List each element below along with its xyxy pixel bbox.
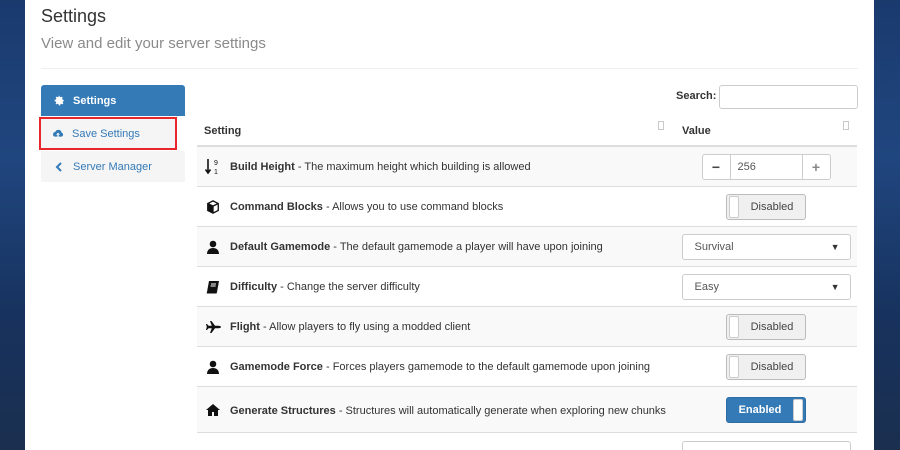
select-value: Easy [694, 280, 719, 293]
setting-cell: 91 Build Height - The maximum height whi… [197, 158, 675, 176]
sidebar-item-server-manager[interactable]: Server Manager [41, 151, 185, 182]
sort-numeric-icon: 91 [204, 158, 222, 176]
toggle-label: Disabled [750, 320, 794, 333]
sidebar-item-label: Server Manager [73, 160, 152, 173]
build-height-stepper: − 256 + [701, 153, 831, 180]
chevron-left-icon [53, 161, 65, 172]
table-row: Difficulty - Change the server difficult… [197, 267, 857, 307]
sidebar-item-label: Save Settings [72, 127, 140, 140]
setting-cell: Command Blocks - Allows you to use comma… [197, 199, 675, 214]
build-height-input[interactable]: 256 [730, 153, 802, 180]
sidebar-item-save-settings[interactable]: Save Settings [39, 117, 177, 150]
setting-description: - Structures will automatically generate… [335, 404, 666, 417]
setting-cell: Generate Structures - Structures will au… [197, 402, 675, 418]
table-row: Command Blocks - Allows you to use comma… [197, 187, 857, 227]
value-cell: Disabled [675, 313, 857, 340]
setting-name: Generate Structures [230, 404, 336, 417]
gamemode-force-toggle[interactable]: Disabled [726, 353, 806, 380]
cloud-upload-icon [52, 129, 64, 139]
setting-name: Gamemode Force [230, 360, 323, 373]
table-row: Gamemode Force - Forces players gamemode… [197, 347, 857, 387]
cube-icon [204, 199, 222, 214]
setting-description: - The maximum height which building is a… [294, 160, 531, 173]
column-header-setting[interactable]: Setting [197, 120, 675, 137]
setting-name: Default Gamemode [230, 240, 331, 253]
caret-down-icon: ▼ [830, 241, 840, 252]
toggle-label: Enabled [738, 403, 782, 416]
decrement-button[interactable]: − [701, 153, 731, 180]
settings-table: Setting Value 91 Build Height - The maxi… [197, 116, 857, 450]
column-header-value[interactable]: Value [675, 120, 857, 137]
svg-text:9: 9 [214, 160, 218, 167]
select-value: Survival [694, 240, 734, 253]
search-label: Search: [676, 90, 717, 102]
page-subtitle: View and edit your server settings [41, 35, 266, 52]
partial-select[interactable] [681, 441, 851, 450]
value-cell: Survival ▼ [675, 233, 857, 260]
user-icon [204, 240, 222, 254]
sort-icon [843, 120, 849, 130]
setting-name: Build Height [230, 160, 295, 173]
plane-icon [204, 320, 222, 333]
value-cell: − 256 + [675, 153, 857, 180]
search-input[interactable] [719, 85, 858, 109]
page-title: Settings [41, 6, 107, 26]
setting-description: - Allow players to fly using a modded cl… [259, 320, 471, 333]
divider [41, 68, 858, 69]
background-right [874, 0, 900, 450]
setting-name: Command Blocks [230, 200, 323, 213]
value-cell [675, 441, 857, 450]
toggle-knob [793, 398, 803, 421]
setting-description: - Allows you to use command blocks [322, 200, 504, 213]
setting-name: Flight [230, 320, 260, 333]
generate-structures-toggle[interactable]: Enabled [726, 396, 806, 423]
default-gamemode-select[interactable]: Survival ▼ [681, 233, 851, 260]
settings-panel: Settings View and edit your server setti… [25, 0, 874, 450]
toggle-knob [729, 315, 739, 338]
flight-toggle[interactable]: Disabled [726, 313, 806, 340]
sort-icon [658, 120, 664, 130]
value-cell: Easy ▼ [675, 273, 857, 300]
caret-down-icon: ▼ [830, 281, 840, 292]
toggle-label: Disabled [750, 360, 794, 373]
difficulty-select[interactable]: Easy ▼ [681, 273, 851, 300]
toggle-label: Disabled [750, 200, 794, 213]
setting-description: - Change the server difficulty [277, 280, 420, 293]
increment-button[interactable]: + [801, 153, 831, 180]
background-left [0, 0, 25, 450]
table-row: 91 Build Height - The maximum height whi… [197, 147, 857, 187]
book-icon [204, 280, 222, 294]
sidebar: Settings Save Settings Server Manager [39, 85, 185, 182]
setting-description: - Forces players gamemode to the default… [322, 360, 651, 373]
sidebar-item-label: Settings [73, 94, 117, 107]
toggle-knob [729, 195, 739, 218]
setting-cell: Gamemode Force - Forces players gamemode… [197, 360, 675, 374]
setting-cell: Default Gamemode - The default gamemode … [197, 240, 675, 254]
gear-icon [53, 95, 65, 106]
value-cell: Enabled [675, 396, 857, 423]
setting-description: - The default gamemode a player will hav… [330, 240, 603, 253]
value-cell: Disabled [675, 193, 857, 220]
table-row: Default Gamemode - The default gamemode … [197, 227, 857, 267]
command-blocks-toggle[interactable]: Disabled [726, 193, 806, 220]
user-icon [204, 360, 222, 374]
sidebar-item-settings[interactable]: Settings [41, 85, 185, 116]
svg-text:1: 1 [214, 169, 218, 176]
setting-cell: Flight - Allow players to fly using a mo… [197, 320, 675, 334]
toggle-knob [729, 355, 739, 378]
value-cell: Disabled [675, 353, 857, 380]
table-header: Setting Value [197, 116, 857, 147]
setting-cell: Difficulty - Change the server difficult… [197, 280, 675, 294]
table-row: Generate Structures - Structures will au… [197, 387, 857, 433]
table-row: Flight - Allow players to fly using a mo… [197, 307, 857, 347]
setting-name: Difficulty [230, 280, 278, 293]
table-row [197, 433, 857, 450]
